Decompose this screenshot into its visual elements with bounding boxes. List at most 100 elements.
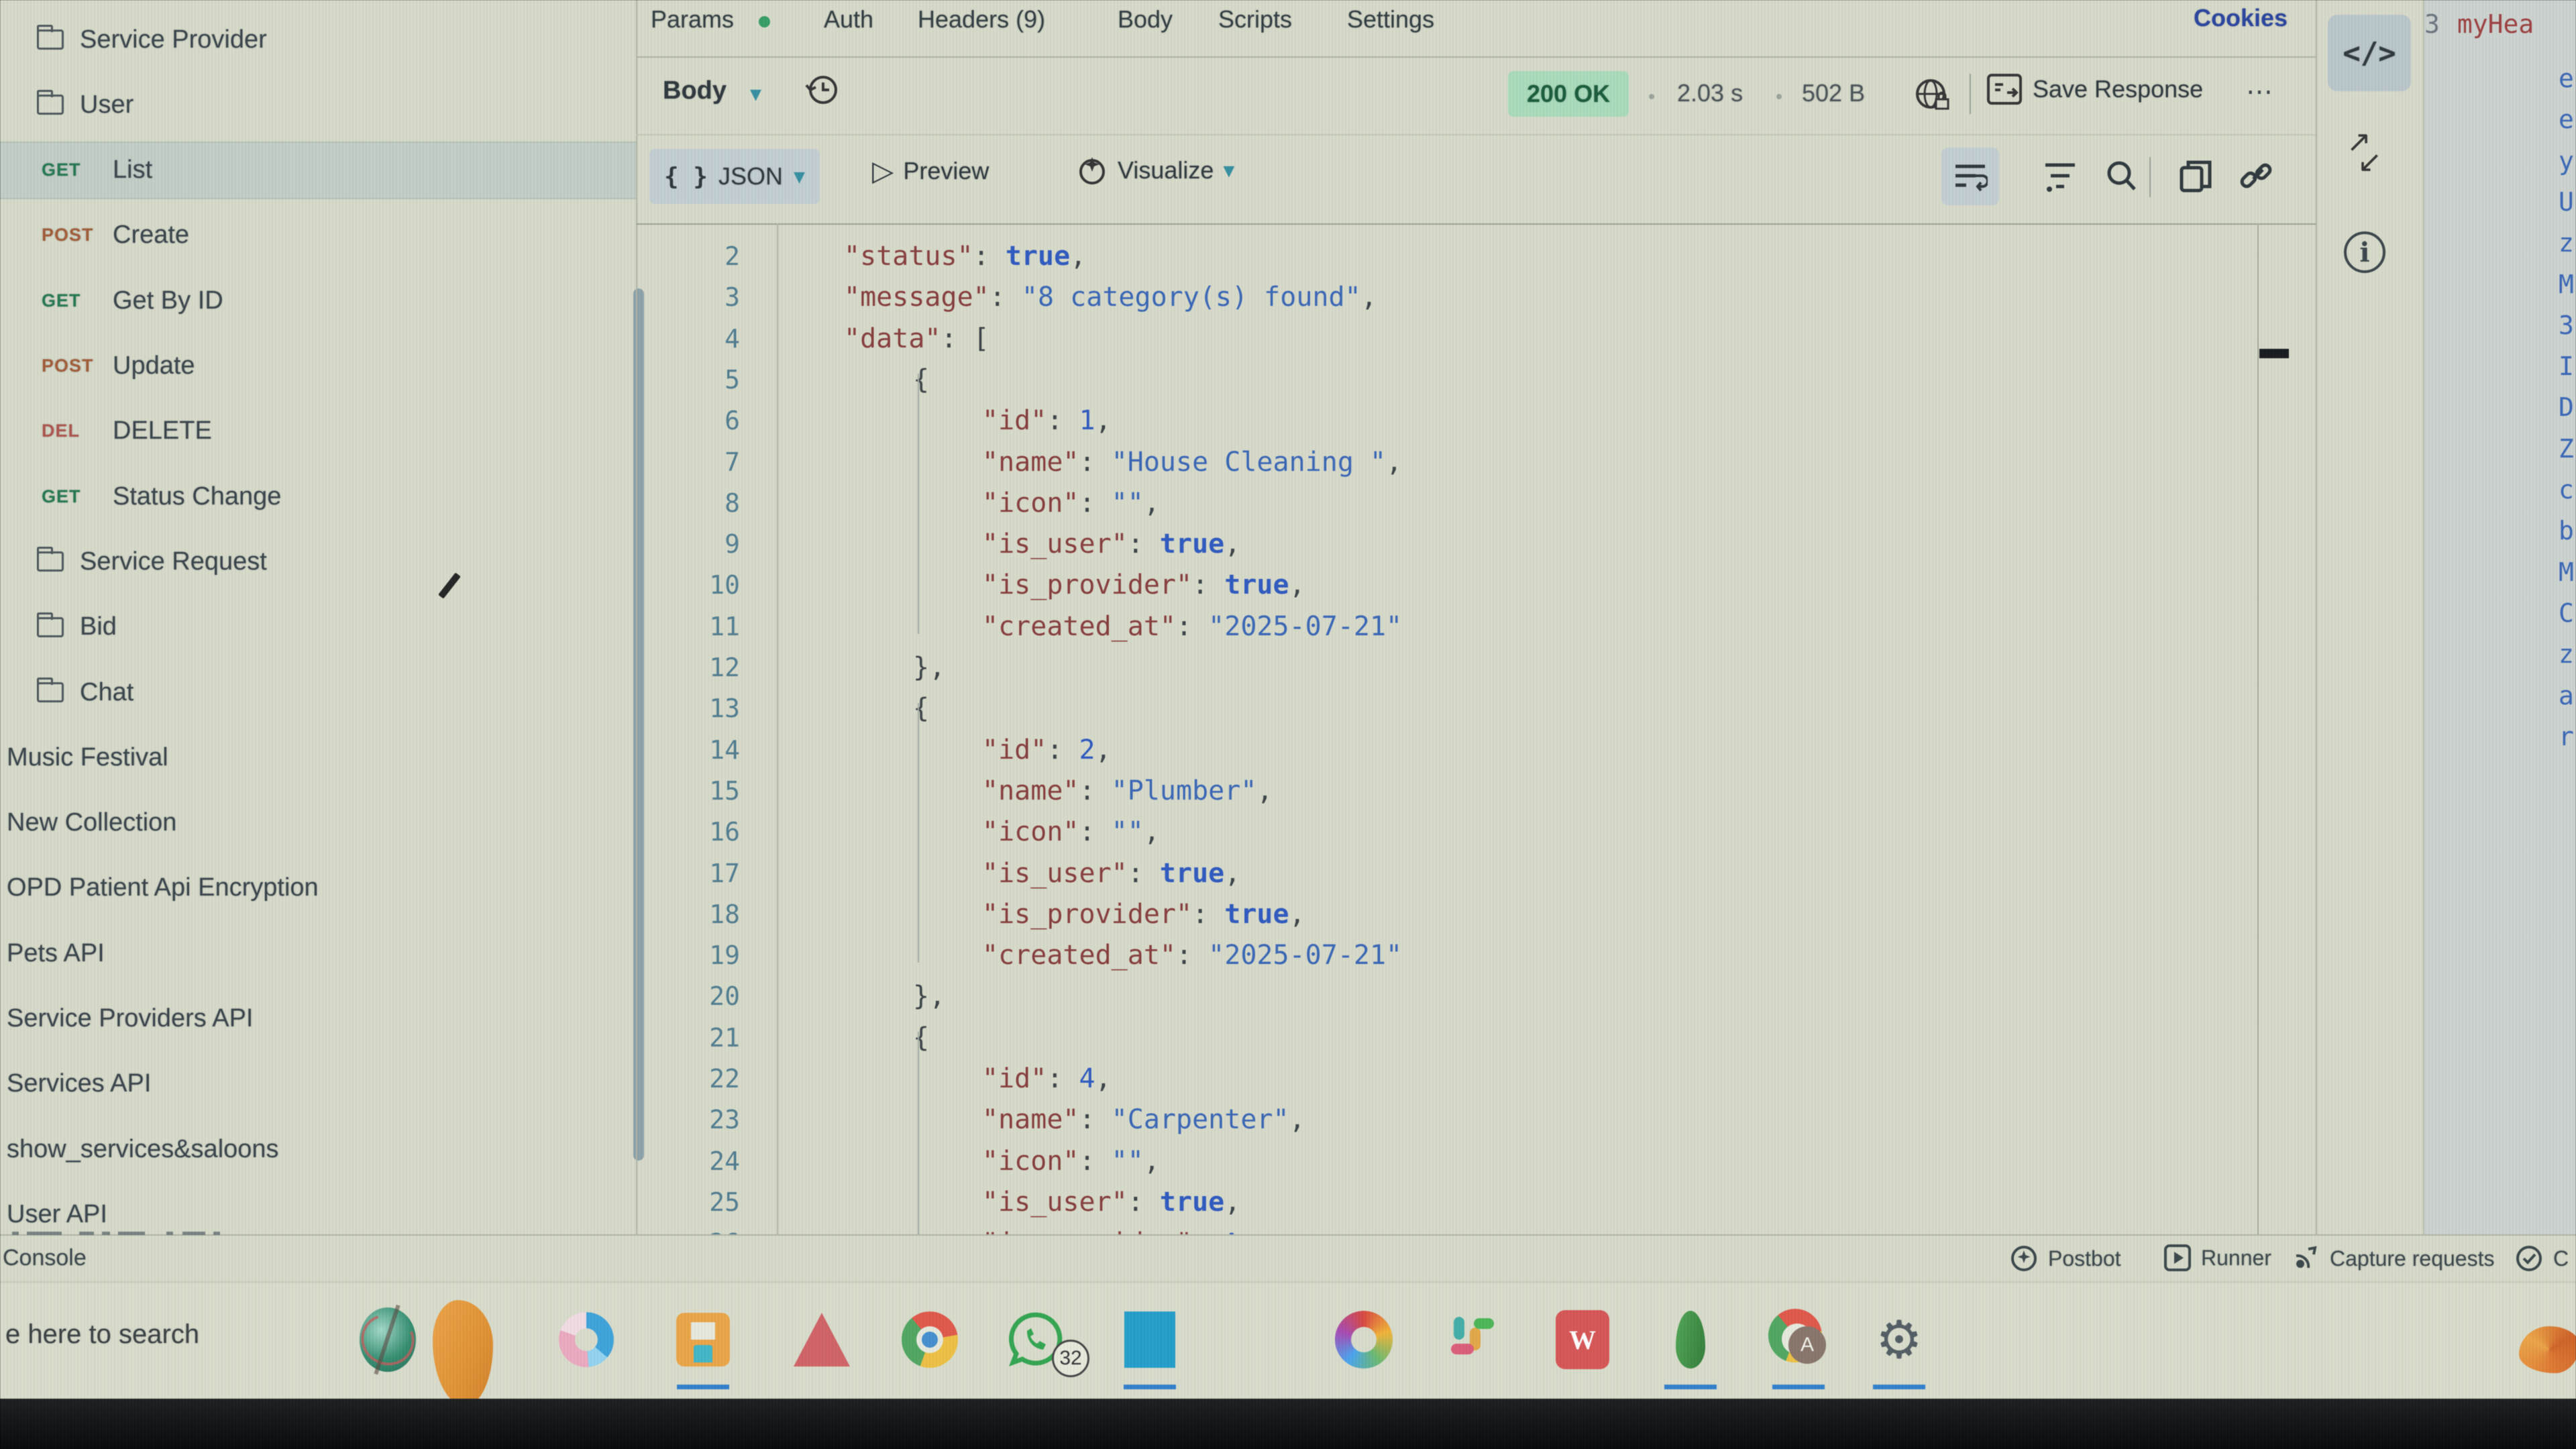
triangle-icon[interactable]: [792, 1303, 852, 1377]
collections-sidebar: Service Provider User GETList POSTCreate GET…: [0, 0, 636, 1234]
sidebar-item-get-by-id[interactable]: GETGet By ID: [0, 272, 636, 329]
status-badge[interactable]: 200 OK: [1508, 71, 1629, 117]
pie-icon[interactable]: [556, 1303, 616, 1377]
sidebar-item-status-change[interactable]: GETStatus Change: [0, 468, 636, 525]
sidebar-item-label: DELETE: [113, 417, 212, 445]
snippet-char: Z: [2559, 434, 2574, 464]
sidebar-item-label: Service Request: [80, 547, 267, 576]
more-options-icon[interactable]: ⋯: [2246, 76, 2275, 107]
line-number: 25: [643, 1187, 740, 1217]
globe-icon[interactable]: [358, 1303, 418, 1377]
format-select[interactable]: { } JSON ▾: [649, 149, 820, 204]
line-number: 20: [643, 981, 740, 1011]
word-icon[interactable]: W: [1552, 1303, 1613, 1377]
sidebar-item-service-providers-api[interactable]: Service Providers API: [0, 990, 636, 1048]
peel-icon[interactable]: [433, 1303, 493, 1377]
running-app-underline: [1873, 1385, 1925, 1389]
braces-icon: { }: [664, 163, 708, 191]
tab-auth[interactable]: Auth: [824, 5, 873, 34]
right-toolbar-strip: </> ↗↙ i: [2316, 0, 2423, 1234]
sidebar-item-bid[interactable]: Bid: [0, 598, 636, 656]
vscode-icon[interactable]: [1120, 1303, 1180, 1377]
swirl-icon[interactable]: [1334, 1303, 1394, 1377]
tab-headers-9-[interactable]: Headers (9): [918, 5, 1045, 34]
line-number: 19: [643, 941, 740, 970]
sidebar-item-label: show_services&saloons: [7, 1135, 279, 1164]
console-button[interactable]: Console: [3, 1245, 87, 1271]
slack-icon[interactable]: [1444, 1303, 1504, 1377]
mongodb-icon[interactable]: [1660, 1303, 1721, 1377]
sidebar-item-delete[interactable]: DELDELETE: [0, 402, 636, 460]
sidebar-item-new-collection[interactable]: New Collection: [0, 794, 636, 852]
json-line-16: 16"icon": "",: [636, 812, 2257, 852]
chrome-profile-icon[interactable]: A: [1768, 1303, 1829, 1377]
sidebar-item-chat[interactable]: Chat: [0, 663, 636, 721]
sidebar-item-service-provider[interactable]: Service Provider: [0, 11, 636, 68]
info-icon[interactable]: i: [2344, 231, 2385, 273]
sidebar-item-update[interactable]: POSTUpdate: [0, 337, 636, 395]
json-line-15: 15"name": "Plumber",: [636, 771, 2257, 811]
flame-icon[interactable]: [2519, 1303, 2576, 1377]
search-icon[interactable]: [2098, 153, 2145, 200]
link-icon[interactable]: [2233, 153, 2279, 200]
sidebar-item-list[interactable]: GETList: [0, 142, 636, 199]
snippet-char: b: [2559, 516, 2574, 545]
chevron-down-icon[interactable]: ▾: [750, 80, 761, 107]
sidebar-item-services-api[interactable]: Services API: [0, 1055, 636, 1113]
response-meta-row: Body ▾ 200 OK 2.03 s 502 B Save Response…: [636, 56, 2316, 134]
response-scrollbar-thumb[interactable]: [2259, 349, 2289, 358]
status-check[interactable]: C: [2514, 1244, 2569, 1273]
line-number: 14: [643, 735, 740, 765]
history-icon[interactable]: [804, 71, 841, 109]
response-view-select[interactable]: Body: [663, 76, 727, 105]
postbot-button[interactable]: Postbot: [2009, 1244, 2121, 1273]
capture-requests-button[interactable]: Capture requests: [2291, 1244, 2494, 1273]
sidebar-item-opd-patient-api-encryption[interactable]: OPD Patient Api Encryption: [0, 859, 636, 917]
folder-icon: [37, 682, 64, 702]
settings-gear-icon[interactable]: ⚙: [1869, 1303, 1929, 1377]
tab-settings[interactable]: Settings: [1347, 5, 1434, 34]
snippet-char: M: [2559, 557, 2574, 587]
postman-window: Service Provider User GETList POSTCreate GET…: [0, 0, 2576, 1449]
sidebar-item-user[interactable]: User: [0, 76, 636, 133]
sidebar-item-create[interactable]: POSTCreate: [0, 207, 636, 264]
folder-icon: [37, 30, 64, 50]
line-number: 21: [643, 1023, 740, 1053]
sidebar-item-show-services-saloons[interactable]: show_services&saloons: [0, 1120, 636, 1178]
line-number: 2: [643, 241, 740, 271]
visualize-button[interactable]: Visualize ▾: [1076, 154, 1235, 186]
json-line-11: 11"created_at": "2025-07-21": [636, 606, 2257, 647]
wrap-text-button[interactable]: [1941, 148, 1999, 205]
code-snippet-button[interactable]: </>: [2328, 15, 2411, 91]
sidebar-item-music-festival[interactable]: Music Festival: [0, 729, 636, 786]
preview-button[interactable]: ▷ Preview: [872, 154, 989, 187]
save-response-button[interactable]: Save Response: [1987, 74, 2203, 105]
home-icon[interactable]: [673, 1303, 733, 1377]
filter-icon[interactable]: [2037, 153, 2084, 200]
response-size[interactable]: 502 B: [1802, 79, 1865, 107]
chrome-icon[interactable]: [900, 1303, 960, 1377]
response-body-json[interactable]: 2"status": true,3"message": "8 category(…: [636, 223, 2257, 1234]
network-lock-icon[interactable]: [1909, 72, 1956, 119]
sidebar-item-label: Bid: [80, 612, 117, 641]
json-line-21: 21{: [636, 1018, 2257, 1058]
copy-icon[interactable]: [2172, 153, 2219, 200]
tab-params[interactable]: Params: [651, 5, 734, 34]
windows-taskbar: e here to search WA⚙ 32: [0, 1281, 2576, 1399]
snippet-char: z: [2559, 639, 2574, 669]
postbot-icon: [2009, 1244, 2039, 1273]
cookies-link[interactable]: Cookies: [2194, 4, 2288, 32]
save-icon: [1987, 74, 2022, 105]
snippet-char: e: [2559, 105, 2574, 134]
json-line-8: 8"icon": "",: [636, 483, 2257, 523]
folder-icon: [37, 617, 64, 637]
sidebar-item-pets-api[interactable]: Pets API: [0, 924, 636, 982]
tab-scripts[interactable]: Scripts: [1218, 5, 1292, 34]
json-line-18: 18"is_provider": true,: [636, 894, 2257, 934]
swap-arrows-icon[interactable]: ↗↙: [2343, 127, 2396, 181]
response-time[interactable]: 2.03 s: [1677, 79, 1743, 107]
taskbar-search-input[interactable]: e here to search: [5, 1320, 199, 1350]
runner-button[interactable]: Runner: [2163, 1244, 2271, 1272]
sidebar-item-service-request[interactable]: Service Request: [0, 533, 636, 590]
tab-body[interactable]: Body: [1118, 5, 1173, 34]
